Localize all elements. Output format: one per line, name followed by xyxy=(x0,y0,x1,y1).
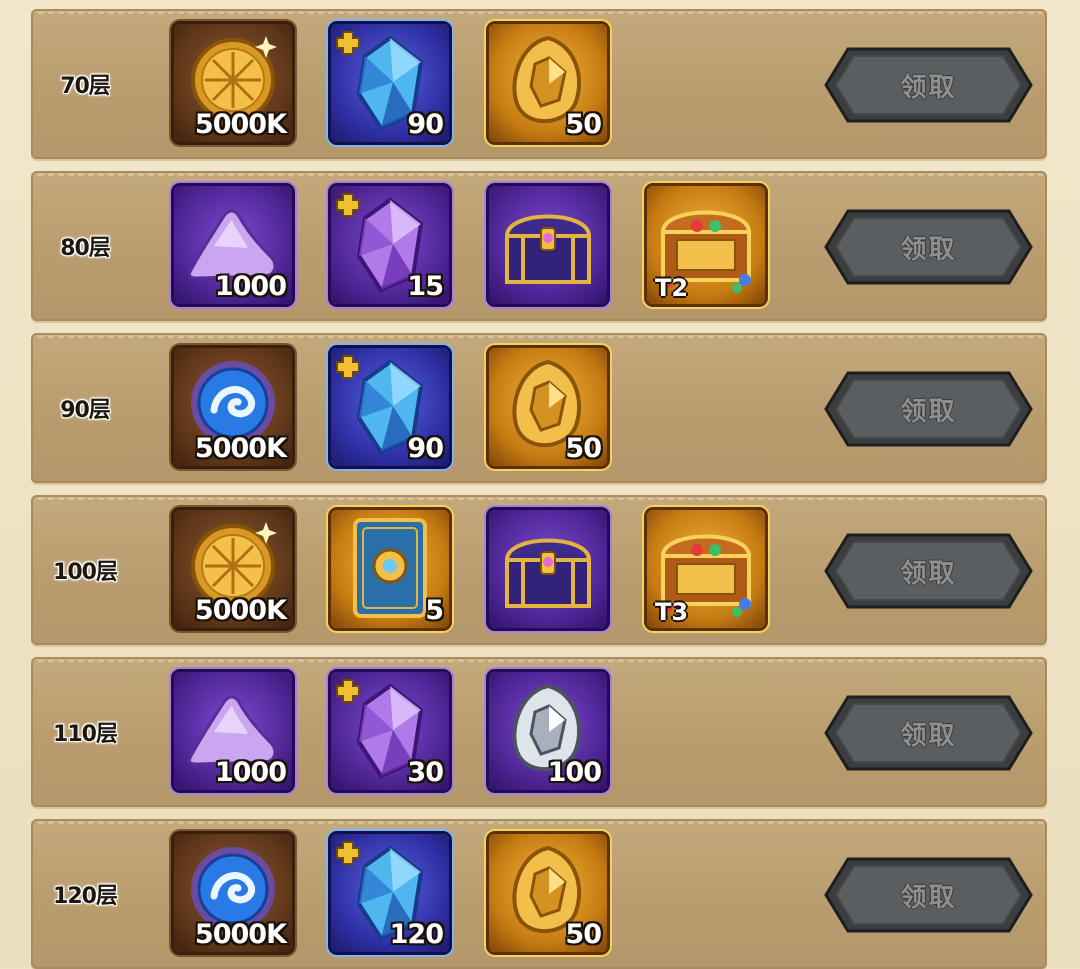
purple-dust-icon[interactable]: 1000 xyxy=(174,186,292,304)
claim-button-label: 领取 xyxy=(900,72,957,103)
gold-treasure-chest-icon[interactable]: T2 xyxy=(647,186,765,304)
floor-label: 80层 xyxy=(60,236,111,261)
item-quantity: 5000K xyxy=(194,595,287,626)
item-quantity: 5000K xyxy=(194,109,287,140)
claim-button-label: 领取 xyxy=(900,396,957,427)
claim-button[interactable]: 领取 xyxy=(824,857,1033,933)
claim-button[interactable]: 领取 xyxy=(824,47,1033,123)
purple-crystal-shard-icon[interactable]: 15 xyxy=(331,186,449,304)
reward-row-80: 80层 1000 15 T2 领取 xyxy=(31,171,1047,321)
ornate-card-icon[interactable]: 5 xyxy=(331,510,449,628)
purple-chest-icon[interactable] xyxy=(489,510,607,628)
gold-medal-icon[interactable]: 50 xyxy=(489,834,607,952)
claim-button[interactable]: 领取 xyxy=(824,209,1033,285)
item-tier: T2 xyxy=(655,274,689,302)
item-quantity: 50 xyxy=(565,919,602,950)
gold-compass-coin-icon[interactable]: 5000K xyxy=(174,24,292,142)
item-tier: T3 xyxy=(655,598,689,626)
claim-button[interactable]: 领取 xyxy=(824,695,1033,771)
blue-crystal-shard-icon[interactable]: 90 xyxy=(331,348,449,466)
purple-crystal-shard-icon[interactable]: 30 xyxy=(331,672,449,790)
claim-button[interactable]: 领取 xyxy=(824,533,1033,609)
gold-medal-icon[interactable]: 50 xyxy=(489,348,607,466)
blue-swirl-orb-icon[interactable]: 5000K xyxy=(174,348,292,466)
silver-medal-icon[interactable]: 100 xyxy=(489,672,607,790)
reward-row-100: 100层 5000K 5 T3 领取 xyxy=(31,495,1047,645)
reward-row-120: 120层 5000K 120 50 领取 xyxy=(31,819,1047,969)
gold-treasure-chest-icon[interactable]: T3 xyxy=(647,510,765,628)
item-quantity: 5000K xyxy=(194,919,287,950)
item-quantity: 1000 xyxy=(214,271,287,302)
blue-crystal-shard-icon[interactable]: 120 xyxy=(331,834,449,952)
claim-button-label: 领取 xyxy=(900,558,957,589)
claim-button[interactable]: 领取 xyxy=(824,371,1033,447)
item-quantity: 90 xyxy=(407,433,444,464)
claim-button-label: 领取 xyxy=(900,882,957,913)
gold-compass-coin-icon[interactable]: 5000K xyxy=(174,510,292,628)
floor-label: 100层 xyxy=(53,560,118,585)
item-quantity: 15 xyxy=(407,271,444,302)
item-quantity: 50 xyxy=(565,109,602,140)
item-quantity: 90 xyxy=(407,109,444,140)
reward-row-110: 110层 1000 30 100 领取 xyxy=(31,657,1047,807)
purple-chest-icon[interactable] xyxy=(489,186,607,304)
item-quantity: 100 xyxy=(547,757,602,788)
blue-crystal-shard-icon[interactable]: 90 xyxy=(331,24,449,142)
blue-swirl-orb-icon[interactable]: 5000K xyxy=(174,834,292,952)
floor-label: 90层 xyxy=(60,398,111,423)
item-quantity: 120 xyxy=(389,919,444,950)
item-quantity: 5 xyxy=(425,595,444,626)
item-quantity: 50 xyxy=(565,433,602,464)
item-quantity: 5000K xyxy=(194,433,287,464)
floor-label: 120层 xyxy=(53,884,118,909)
claim-button-label: 领取 xyxy=(900,720,957,751)
item-quantity: 1000 xyxy=(214,757,287,788)
reward-row-90: 90层 5000K 90 50 领取 xyxy=(31,333,1047,483)
floor-rewards-list: 70层 5000K 90 50 领取 80层 1000 15 T2 领取 90层… xyxy=(0,0,1080,969)
item-quantity: 30 xyxy=(407,757,444,788)
purple-dust-icon[interactable]: 1000 xyxy=(174,672,292,790)
floor-label: 110层 xyxy=(53,722,118,747)
gold-medal-icon[interactable]: 50 xyxy=(489,24,607,142)
floor-label: 70层 xyxy=(60,74,111,99)
claim-button-label: 领取 xyxy=(900,234,957,265)
reward-row-70: 70层 5000K 90 50 领取 xyxy=(31,9,1047,159)
